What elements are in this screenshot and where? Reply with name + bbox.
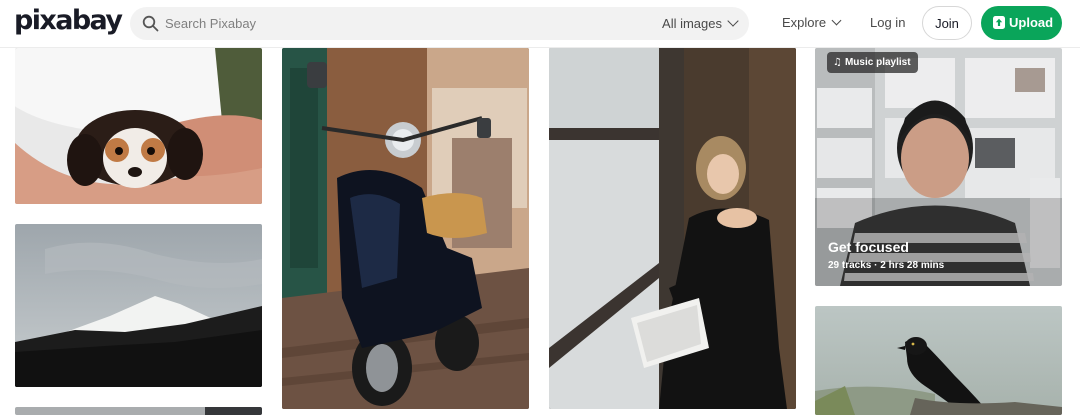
join-button[interactable]: Join xyxy=(922,6,972,40)
photo-snowy-mountain[interactable] xyxy=(15,224,262,387)
top-navbar: pixabay All images Explore Log in Join U… xyxy=(0,0,1080,48)
playlist-title: Get focused xyxy=(828,239,909,255)
photo-partial[interactable] xyxy=(15,407,262,415)
explore-menu[interactable]: Explore xyxy=(782,0,842,46)
pixabay-logo[interactable]: pixabay xyxy=(14,5,123,37)
woman-reading-image xyxy=(549,48,796,409)
upload-icon xyxy=(993,16,1005,29)
partial-image xyxy=(15,407,262,415)
blackbird-image xyxy=(815,306,1062,415)
music-playlist-badge: ♫ Music playlist xyxy=(827,52,918,73)
search-icon[interactable] xyxy=(142,15,159,32)
login-link[interactable]: Log in xyxy=(870,0,905,46)
music-note-icon: ♫ xyxy=(833,57,842,68)
puppy-image xyxy=(15,48,262,204)
mountain-image xyxy=(15,224,262,387)
upload-label: Upload xyxy=(1009,15,1054,30)
photo-puppy[interactable] xyxy=(15,48,262,204)
photo-scooter[interactable] xyxy=(282,48,529,409)
music-playlist-card[interactable]: ♫ Music playlist Get focused 29 tracks · … xyxy=(815,48,1062,286)
upload-button[interactable]: Upload xyxy=(981,6,1062,40)
photo-woman-reading[interactable] xyxy=(549,48,796,409)
image-type-dropdown[interactable]: All images xyxy=(662,7,739,40)
explore-label: Explore xyxy=(782,15,827,30)
search-input[interactable] xyxy=(165,7,605,40)
playlist-meta: 29 tracks · 2 hrs 28 mins xyxy=(828,260,945,271)
photo-blackbird[interactable] xyxy=(815,306,1062,415)
chevron-down-icon xyxy=(831,15,842,26)
scooter-image xyxy=(282,48,529,409)
search-bar: All images xyxy=(130,7,749,40)
image-type-label: All images xyxy=(662,16,722,31)
chevron-down-icon xyxy=(727,15,739,27)
